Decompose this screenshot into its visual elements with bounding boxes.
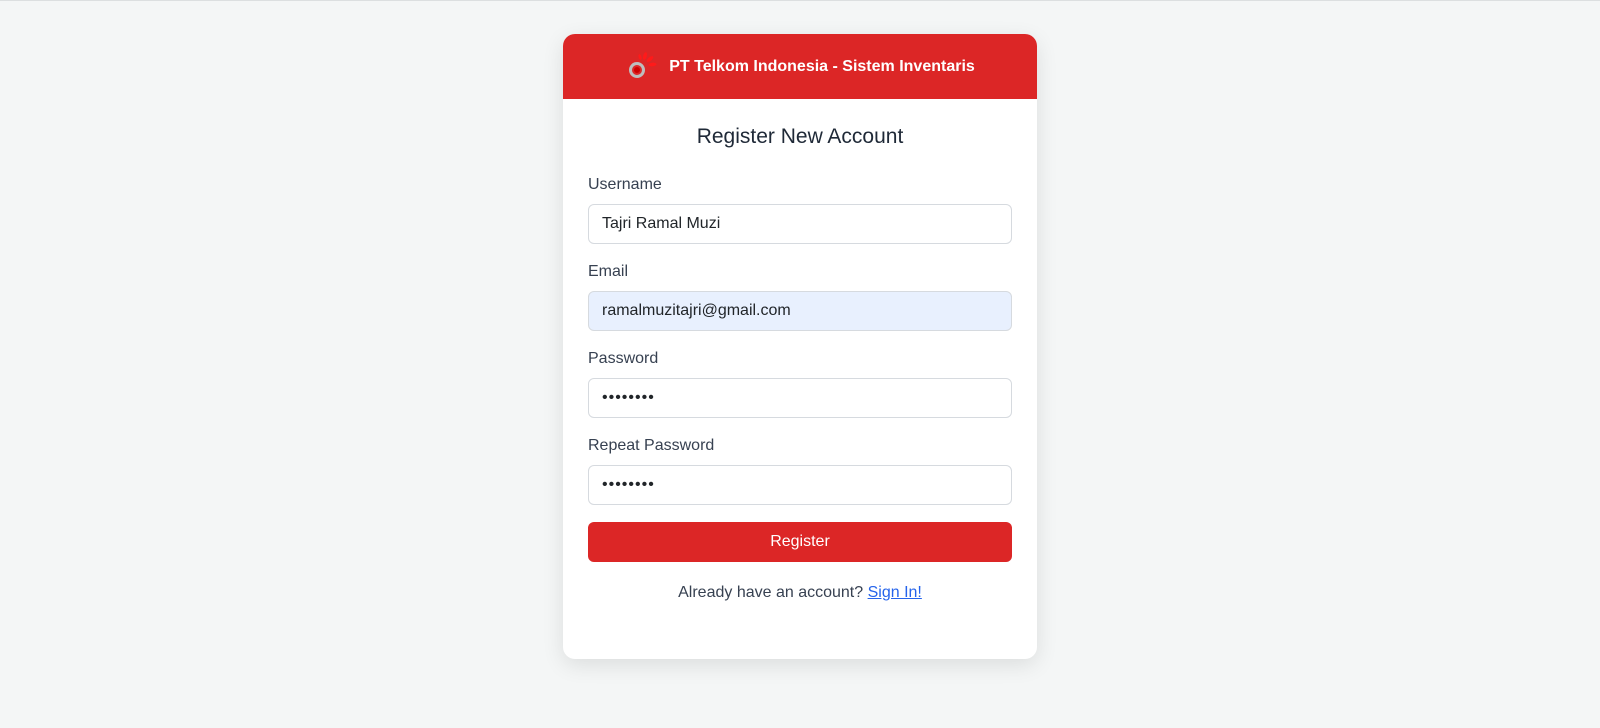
repeat-password-field-group: Repeat Password <box>588 436 1012 505</box>
username-label: Username <box>588 176 662 193</box>
repeat-password-input[interactable] <box>588 465 1012 505</box>
email-label: Email <box>588 263 629 280</box>
signin-link[interactable]: Sign In! <box>868 584 922 601</box>
password-field-group: Password <box>588 349 1012 418</box>
register-button[interactable]: Register <box>588 522 1012 562</box>
signin-prompt: Already have an account? Sign In! <box>588 581 1012 605</box>
repeat-password-label: Repeat Password <box>588 437 715 454</box>
username-input[interactable] <box>588 204 1012 244</box>
signin-prompt-text: Already have an account? <box>678 584 864 601</box>
username-field-group: Username <box>588 175 1012 244</box>
top-border <box>0 0 1600 1</box>
card-header: PT Telkom Indonesia - Sistem Inventaris <box>563 34 1037 99</box>
form-title: Register New Account <box>696 125 904 148</box>
card-body: Register New Account Username Email Pass… <box>563 125 1037 605</box>
password-label: Password <box>588 350 659 367</box>
email-input[interactable] <box>588 291 1012 331</box>
telkom-logo-icon <box>629 51 657 78</box>
email-field-group: Email <box>588 262 1012 331</box>
password-input[interactable] <box>588 378 1012 418</box>
register-card: PT Telkom Indonesia - Sistem Inventaris … <box>563 34 1037 659</box>
header-title: PT Telkom Indonesia - Sistem Inventaris <box>669 57 975 75</box>
